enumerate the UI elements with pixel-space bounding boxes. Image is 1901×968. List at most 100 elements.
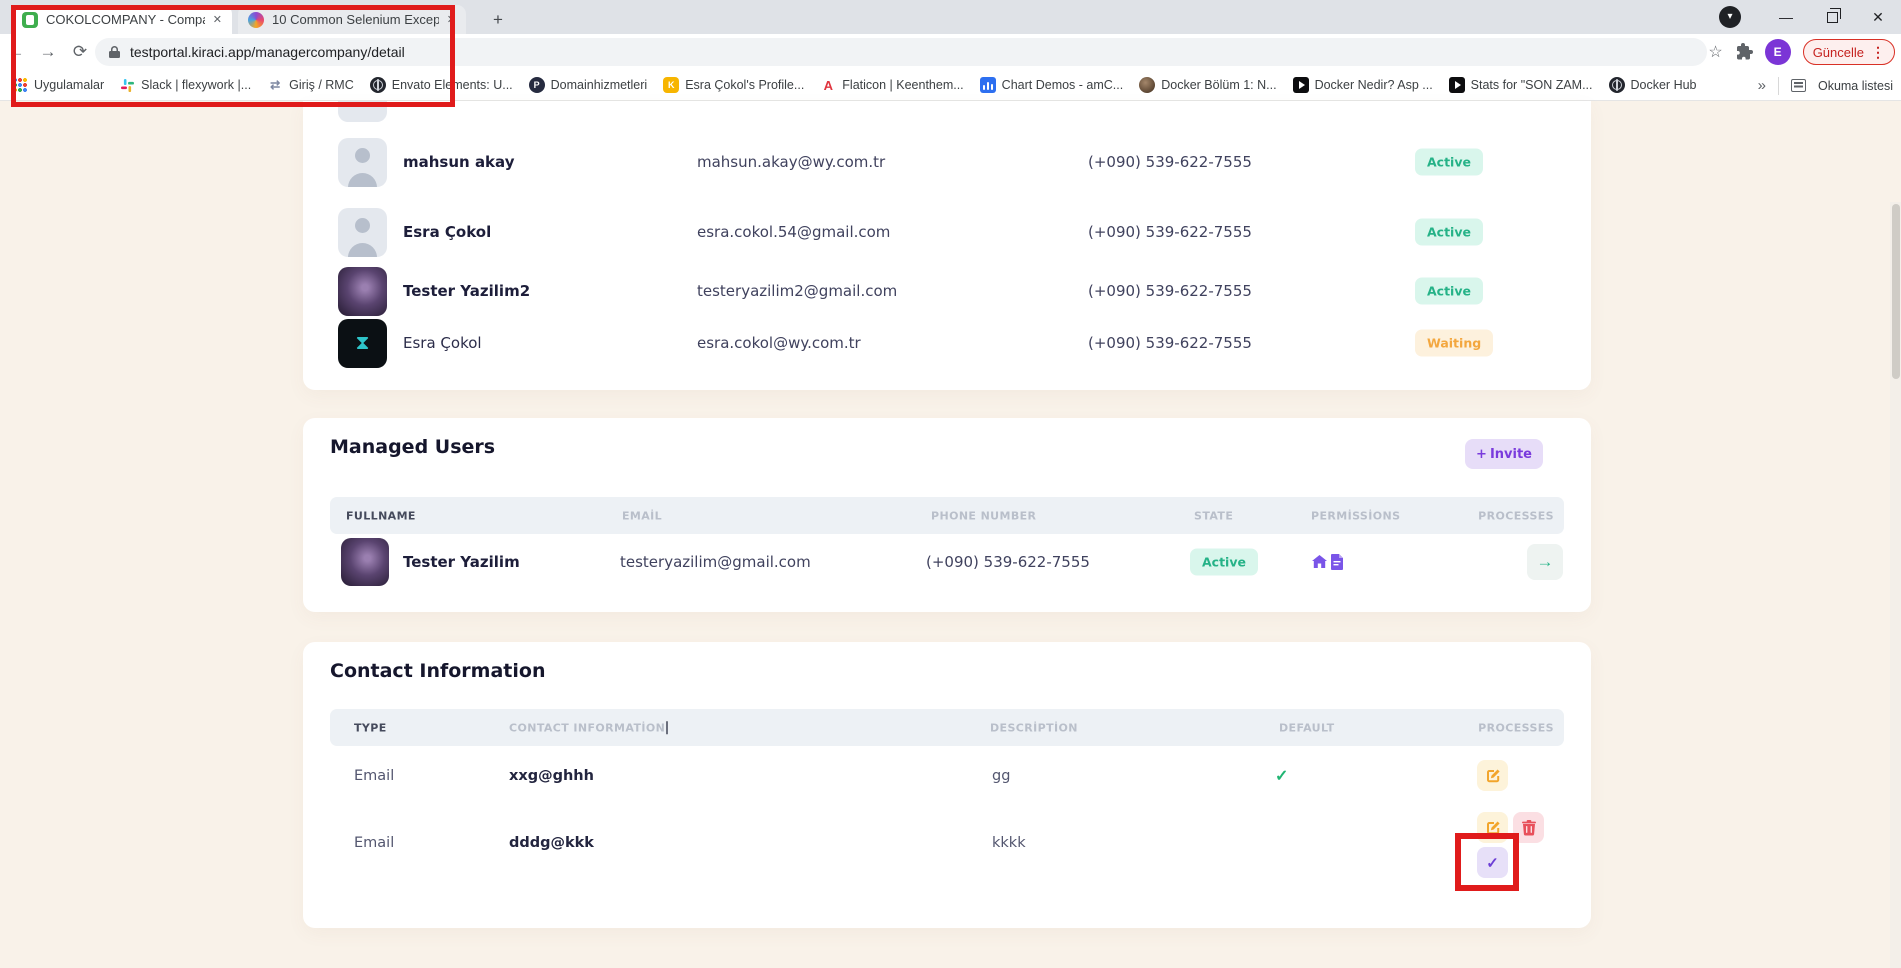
user-phone: (+090) 539-622-7555 [1088,334,1252,352]
video-icon [1293,77,1309,93]
user-avatar: ⧗ [338,319,387,368]
media-controls-icon[interactable]: ▾ [1719,6,1741,28]
plus-icon: + [1476,447,1487,462]
reading-list-icon [1791,79,1806,92]
user-phone: (+090) 539-622-7555 [1088,153,1252,171]
scrollbar-thumb[interactable] [1892,204,1900,379]
user-avatar [338,208,387,257]
edit-icon [1485,768,1501,784]
update-chrome-button[interactable]: Güncelle ⋮ [1803,39,1895,65]
restore-icon [1827,12,1838,23]
home-icon [1311,554,1328,570]
bookmarks-overflow-icon[interactable]: » [1758,77,1766,94]
restore-button[interactable] [1809,0,1855,34]
update-label: Güncelle [1813,45,1864,60]
bookmark-docker-hub[interactable]: Docker Hub [1609,77,1697,93]
table-header: FULLNAME EMAİL PHONE NUMBER STATE PERMİS… [330,497,1564,534]
text-cursor [666,721,668,734]
contact-description: kkkk [992,835,1026,851]
status-badge: Active [1190,549,1258,576]
bookmark-flaticon[interactable]: AFlaticon | Keenthem... [820,77,963,93]
chart-icon [980,77,996,93]
user-phone: (+090) 539-622-7555 [1088,223,1252,241]
edit-button[interactable] [1477,760,1508,791]
col-type: TYPE [354,721,387,734]
bookmark-stats-son-zam[interactable]: Stats for "SON ZAM... [1449,77,1593,93]
user-name: Tester Yazilim2 [403,282,530,300]
contact-description: gg [992,768,1010,784]
bookmarks-right: » Okuma listesi [1758,70,1893,101]
bookmark-star-icon[interactable]: ☆ [1708,42,1722,62]
extensions-puzzle-icon[interactable] [1735,43,1753,61]
col-description: DESCRİPTİON [990,721,1078,734]
browser-menu-icon[interactable]: ⋮ [1871,44,1885,61]
managed-users-card: Managed Users + Invite FULLNAME EMAİL PH… [303,418,1591,612]
col-processes: PROCESSES [1478,721,1554,734]
browser-window: COKOLCOMPANY - Company De ✕ 10 Common Se… [0,0,1901,968]
contact-type: Email [354,835,394,851]
user-name: Tester Yazilim [403,553,520,571]
status-badge: Active [1415,149,1483,176]
user-phone: (+090) 539-622-7555 [926,553,1090,571]
user-email: esra.cokol.54@gmail.com [697,223,890,241]
contact-info-card: Contact Information TYPE CONTACT INFORMA… [303,642,1591,928]
col-default: DEFAULT [1279,721,1335,734]
invite-button[interactable]: + Invite [1465,439,1543,469]
flaticon-icon: A [820,77,836,93]
contact-type: Email [354,768,394,784]
col-permissions: PERMİSSİONS [1311,509,1400,522]
trash-icon [1522,820,1536,836]
user-name: Esra Çokol [403,334,482,352]
go-detail-button[interactable]: → [1527,544,1563,580]
user-name: mahsun akay [403,153,514,171]
letter-p-icon: P [529,77,545,93]
profile-avatar[interactable]: E [1765,39,1791,65]
letter-k-icon: K [663,77,679,93]
users-card: mahsun akay mahsun.akay@wy.com.tr (+090)… [303,101,1591,390]
table-header: TYPE CONTACT INFORMATİON DESCRİPTİON DEF… [330,709,1564,746]
status-badge: Active [1415,278,1483,305]
status-badge: Active [1415,219,1483,246]
user-email: esra.cokol@wy.com.tr [697,334,861,352]
user-avatar [338,267,387,316]
user-name: Esra Çokol [403,223,491,241]
col-processes: PROCESSES [1478,509,1554,522]
section-title: Managed Users [330,436,495,458]
reading-list-label[interactable]: Okuma listesi [1818,79,1893,93]
status-badge: Waiting [1415,330,1493,357]
annotation-box-confirm [1455,833,1519,891]
user-phone: (+090) 539-622-7555 [1088,282,1252,300]
user-email: mahsun.akay@wy.com.tr [697,153,885,171]
window-controls: ▾ — ✕ [1719,0,1901,34]
toolbar-right: ☆ E Güncelle ⋮ [1708,34,1895,70]
contact-value: xxg@ghhh [509,768,594,784]
bookmark-domainhizmetleri[interactable]: PDomainhizmetleri [529,77,648,93]
section-title: Contact Information [330,660,545,682]
permissions-icons [1311,554,1344,570]
col-fullname: FULLNAME [346,509,416,522]
bookmark-amcharts[interactable]: Chart Demos - amC... [980,77,1124,93]
bookmark-docker-bolum[interactable]: Docker Bölüm 1: N... [1139,77,1276,93]
default-check-icon: ✓ [1275,766,1288,786]
col-email: EMAİL [622,509,662,522]
new-tab-button[interactable]: + [486,8,510,32]
col-state: STATE [1194,509,1233,522]
video-icon [1449,77,1465,93]
contact-value: dddg@kkk [509,835,594,851]
document-icon [1331,554,1344,570]
bookmark-esra-profile[interactable]: KEsra Çokol's Profile... [663,77,804,93]
col-phone: PHONE NUMBER [931,509,1036,522]
close-window-button[interactable]: ✕ [1855,0,1901,34]
photo-avatar-icon [1139,77,1155,93]
user-avatar [341,538,389,586]
col-contact-information: CONTACT INFORMATİON [509,721,668,735]
minimize-button[interactable]: — [1763,0,1809,34]
globe-icon [1609,77,1625,93]
page-scrollbar[interactable] [1890,202,1901,968]
user-avatar [338,138,387,187]
page-content: mahsun akay mahsun.akay@wy.com.tr (+090)… [0,101,1901,968]
user-email: testeryazilim@gmail.com [620,553,811,571]
divider [1778,77,1779,95]
bookmark-docker-nedir[interactable]: Docker Nedir? Asp ... [1293,77,1433,93]
user-email: testeryazilim2@gmail.com [697,282,897,300]
